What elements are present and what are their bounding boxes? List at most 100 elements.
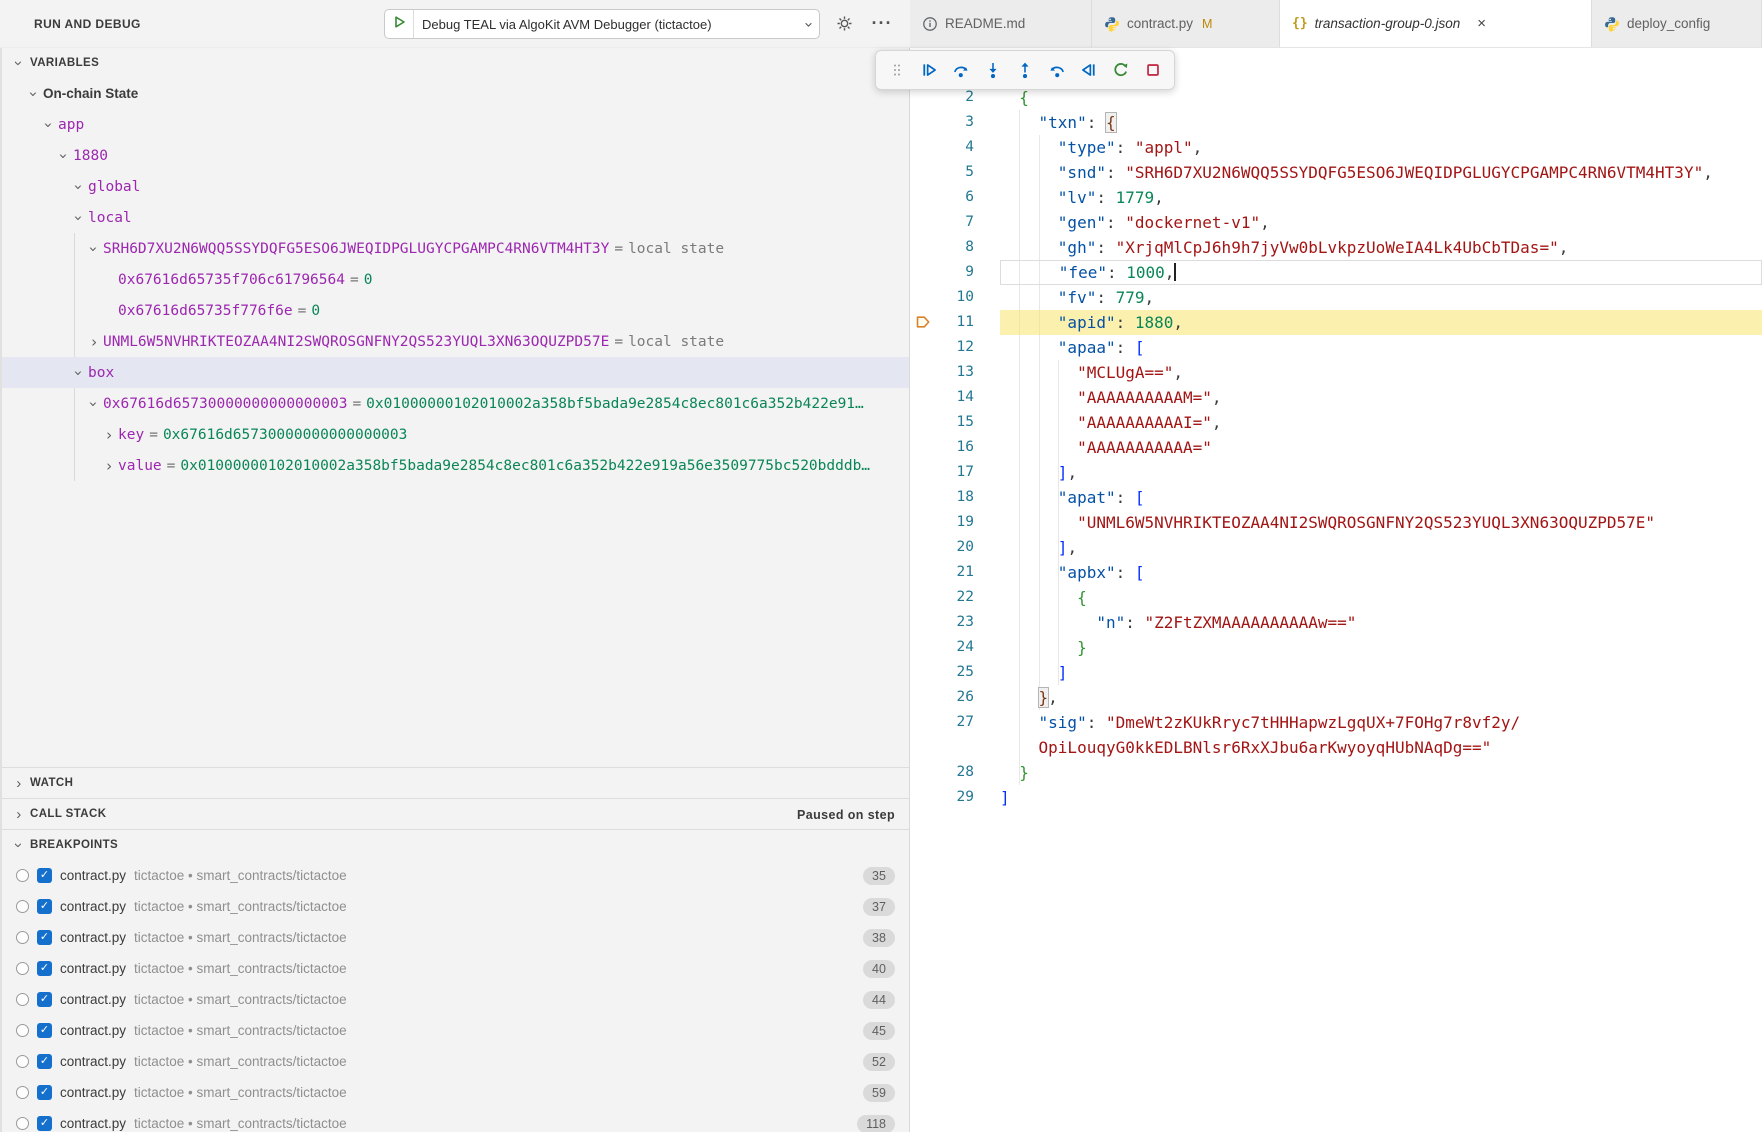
- breakpoint-row[interactable]: ✓contract.pytictactoe • smart_contracts/…: [2, 1015, 909, 1046]
- code-line-content[interactable]: "type": "appl",: [1000, 135, 1762, 160]
- stop-icon[interactable]: [1138, 55, 1168, 85]
- breakpoint-checkbox[interactable]: ✓: [37, 1085, 52, 1100]
- line-number-gutter[interactable]: 4: [910, 135, 1000, 160]
- line-number-gutter[interactable]: 11: [910, 310, 1000, 335]
- json-editor[interactable]: 2{3"txn": {4"type": "appl",5"snd": "SRH6…: [910, 48, 1762, 810]
- line-number-gutter[interactable]: 3: [910, 110, 1000, 135]
- line-number-gutter[interactable]: 13: [910, 360, 1000, 385]
- variables-tree-item[interactable]: ›0x67616d65730000000000000003=0x01000000…: [2, 388, 909, 419]
- code-line-content[interactable]: "gen": "dockernet-v1",: [1000, 210, 1762, 235]
- variables-tree-item[interactable]: ›UNML6W5NVHRIKTEOZAA4NI2SWQROSGNFNY2QS52…: [2, 326, 909, 357]
- breakpoint-checkbox[interactable]: ✓: [37, 992, 52, 1007]
- code-line-content[interactable]: "txn": {: [1000, 110, 1762, 135]
- step-into-icon[interactable]: [978, 55, 1008, 85]
- code-line-content[interactable]: ],: [1000, 535, 1762, 560]
- line-number-gutter[interactable]: 17: [910, 460, 1000, 485]
- variables-tree-item[interactable]: ›local: [2, 202, 909, 233]
- start-debug-button[interactable]: [385, 10, 414, 38]
- step-back-icon[interactable]: [1042, 55, 1072, 85]
- variables-tree-item[interactable]: ›SRH6D7XU2N6WQQ5SSYDQFG5ESO6JWEQIDPGLUGY…: [2, 233, 909, 264]
- breakpoint-row[interactable]: ✓contract.pytictactoe • smart_contracts/…: [2, 922, 909, 953]
- breakpoint-checkbox[interactable]: ✓: [37, 1054, 52, 1069]
- breakpoint-checkbox[interactable]: ✓: [37, 1116, 52, 1131]
- variables-tree-item[interactable]: ›1880: [2, 140, 909, 171]
- reverse-continue-icon[interactable]: [1074, 55, 1104, 85]
- restart-icon[interactable]: [1106, 55, 1136, 85]
- line-number-gutter[interactable]: 14: [910, 385, 1000, 410]
- variables-tree-item[interactable]: ›app: [2, 109, 909, 140]
- line-number-gutter[interactable]: 19: [910, 510, 1000, 535]
- debug-config-dropdown[interactable]: Debug TEAL via AlgoKit AVM Debugger (tic…: [384, 9, 820, 39]
- tab-contract.py[interactable]: contract.pyM: [1092, 0, 1280, 47]
- code-line-content[interactable]: "snd": "SRH6D7XU2N6WQQ5SSYDQFG5ESO6JWEQI…: [1000, 160, 1762, 185]
- line-number-gutter[interactable]: 22: [910, 585, 1000, 610]
- step-out-icon[interactable]: [1010, 55, 1040, 85]
- variables-tree-item[interactable]: ›On-chain State: [2, 78, 909, 109]
- continue-icon[interactable]: [914, 55, 944, 85]
- code-line-content[interactable]: "AAAAAAAAAAA=": [1000, 435, 1762, 460]
- tab-transaction-group-0.json[interactable]: {}transaction-group-0.json×: [1280, 0, 1592, 47]
- close-icon[interactable]: ×: [1477, 16, 1486, 31]
- code-line-content[interactable]: "AAAAAAAAAAI=",: [1000, 410, 1762, 435]
- code-line-content[interactable]: ]: [1000, 660, 1762, 685]
- breakpoint-row[interactable]: ✓contract.pytictactoe • smart_contracts/…: [2, 860, 909, 891]
- more-actions-icon[interactable]: ···: [868, 10, 896, 38]
- step-over-icon[interactable]: [946, 55, 976, 85]
- code-line-content[interactable]: }: [1000, 760, 1762, 785]
- breakpoint-checkbox[interactable]: ✓: [37, 930, 52, 945]
- line-number-gutter[interactable]: 18: [910, 485, 1000, 510]
- breakpoint-row[interactable]: ✓contract.pytictactoe • smart_contracts/…: [2, 953, 909, 984]
- call-stack-section-header[interactable]: › CALL STACK Paused on step: [2, 798, 909, 829]
- breakpoint-checkbox[interactable]: ✓: [37, 899, 52, 914]
- line-number-gutter[interactable]: 26: [910, 685, 1000, 710]
- variables-tree-item[interactable]: 0x67616d65735f776f6e=0: [2, 295, 909, 326]
- variables-tree-item[interactable]: ›global: [2, 171, 909, 202]
- code-line-content[interactable]: "UNML6W5NVHRIKTEOZAA4NI2SWQROSGNFNY2QS52…: [1000, 510, 1762, 535]
- code-line-content[interactable]: "n": "Z2FtZXMAAAAAAAAAAw==": [1000, 610, 1762, 635]
- line-number-gutter[interactable]: [910, 735, 1000, 760]
- line-number-gutter[interactable]: 20: [910, 535, 1000, 560]
- breakpoint-row[interactable]: ✓contract.pytictactoe • smart_contracts/…: [2, 1077, 909, 1108]
- line-number-gutter[interactable]: 27: [910, 710, 1000, 735]
- line-number-gutter[interactable]: 29: [910, 785, 1000, 810]
- code-line-content[interactable]: "apat": [: [1000, 485, 1762, 510]
- breakpoint-checkbox[interactable]: ✓: [37, 961, 52, 976]
- breakpoint-row[interactable]: ✓contract.pytictactoe • smart_contracts/…: [2, 891, 909, 922]
- line-number-gutter[interactable]: 16: [910, 435, 1000, 460]
- breakpoint-row[interactable]: ✓contract.pytictactoe • smart_contracts/…: [2, 1108, 909, 1132]
- line-number-gutter[interactable]: 25: [910, 660, 1000, 685]
- watch-section-header[interactable]: › WATCH: [2, 767, 909, 798]
- line-number-gutter[interactable]: 6: [910, 185, 1000, 210]
- breakpoints-section-header[interactable]: › BREAKPOINTS: [2, 829, 909, 860]
- code-line-content[interactable]: "fv": 779,: [1000, 285, 1762, 310]
- breakpoint-row[interactable]: ✓contract.pytictactoe • smart_contracts/…: [2, 984, 909, 1015]
- line-number-gutter[interactable]: 23: [910, 610, 1000, 635]
- line-number-gutter[interactable]: 15: [910, 410, 1000, 435]
- variables-tree-item[interactable]: ›key=0x67616d65730000000000000003: [2, 419, 909, 450]
- code-line-content[interactable]: ]: [1000, 785, 1762, 810]
- variables-tree-item[interactable]: ›value=0x01000000102010002a358bf5bada9e2…: [2, 450, 909, 481]
- code-line-content[interactable]: "gh": "XrjqMlCpJ6h9h7jyVw0bLvkpzUoWeIA4L…: [1000, 235, 1762, 260]
- code-line-content[interactable]: "apid": 1880,: [1000, 310, 1762, 335]
- line-number-gutter[interactable]: 21: [910, 560, 1000, 585]
- code-line-content[interactable]: ],: [1000, 460, 1762, 485]
- line-number-gutter[interactable]: 28: [910, 760, 1000, 785]
- code-line-content[interactable]: "fee": 1000,: [1000, 260, 1762, 285]
- breakpoint-checkbox[interactable]: ✓: [37, 868, 52, 883]
- code-line-content[interactable]: "lv": 1779,: [1000, 185, 1762, 210]
- code-line-content[interactable]: }: [1000, 635, 1762, 660]
- code-line-content[interactable]: "MCLUgA==",: [1000, 360, 1762, 385]
- tab-deploy_config[interactable]: deploy_config: [1592, 0, 1762, 47]
- breakpoint-row[interactable]: ✓contract.pytictactoe • smart_contracts/…: [2, 1046, 909, 1077]
- code-line-content[interactable]: {: [1000, 585, 1762, 610]
- line-number-gutter[interactable]: 9: [910, 260, 1000, 285]
- line-number-gutter[interactable]: 24: [910, 635, 1000, 660]
- line-number-gutter[interactable]: 12: [910, 335, 1000, 360]
- breakpoint-checkbox[interactable]: ✓: [37, 1023, 52, 1038]
- code-line-content[interactable]: "sig": "DmeWt2zKUkRryc7tHHHapwzLgqUX+7FO…: [1000, 710, 1762, 735]
- code-line-content[interactable]: "AAAAAAAAAAM=",: [1000, 385, 1762, 410]
- line-number-gutter[interactable]: 10: [910, 285, 1000, 310]
- code-line-content[interactable]: },: [1000, 685, 1762, 710]
- tab-README.md[interactable]: README.md: [910, 0, 1092, 47]
- code-line-content[interactable]: "apbx": [: [1000, 560, 1762, 585]
